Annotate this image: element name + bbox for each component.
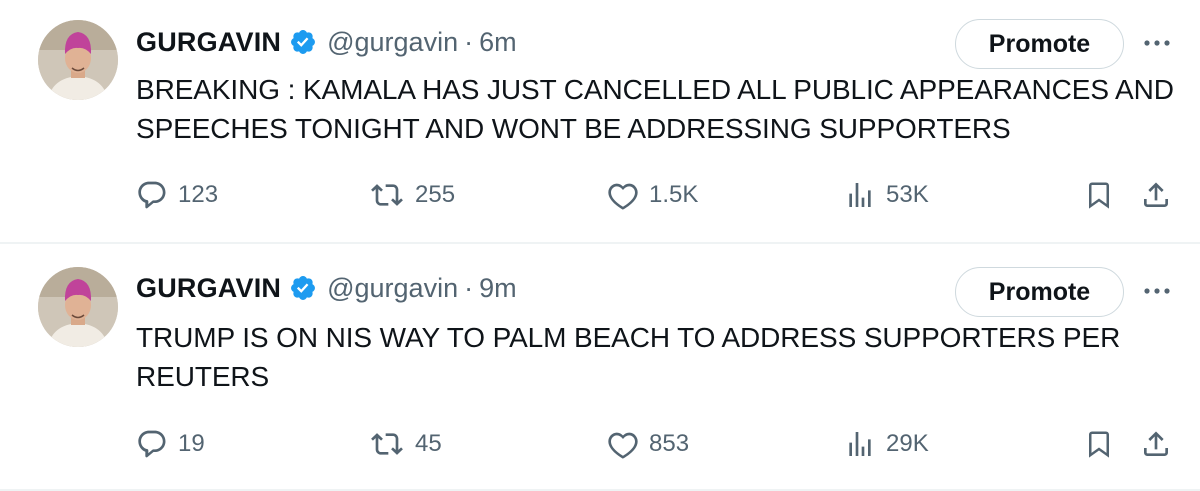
action-bar: 123 255 1.5K 53K [0,175,1200,215]
handle[interactable]: @gurgavin [327,27,458,58]
tweet-text: TRUMP IS ON NIS WAY TO PALM BEACH TO ADD… [136,322,1121,392]
like-button[interactable]: 853 [607,424,689,464]
action-bar: 19 45 853 29K [0,424,1200,464]
tweet-text: BREAKING : KAMALA HAS JUST CANCELLED ALL… [136,74,1174,144]
bookmark-button[interactable] [1084,175,1114,215]
retweet-count: 45 [415,430,442,457]
promote-button[interactable]: Promote [955,19,1124,69]
verified-badge-icon [289,28,317,56]
tweet[interactable]: GURGAVIN @gurgavin · 6m Promote BREAKING… [0,0,1200,244]
more-options-icon[interactable] [1142,33,1172,53]
share-button[interactable] [1140,424,1172,464]
retweet-count: 255 [415,181,456,208]
reply-icon [138,181,166,209]
like-count: 1.5K [649,181,699,208]
avatar[interactable] [38,267,118,347]
share-button[interactable] [1140,175,1172,215]
verified-badge-icon [289,274,317,302]
reply-count: 123 [178,181,219,208]
timestamp[interactable]: 9m [479,273,517,304]
views-button[interactable]: 29K [844,424,929,464]
heart-icon [608,432,638,459]
handle[interactable]: @gurgavin [327,273,458,304]
reply-button[interactable]: 123 [136,175,218,215]
share-icon [1144,182,1168,207]
like-button[interactable]: 1.5K [607,175,698,215]
views-icon [849,432,871,456]
bookmark-icon [1089,182,1109,209]
like-count: 853 [649,430,690,457]
separator: · [464,272,474,303]
retweet-button[interactable]: 45 [369,424,442,464]
reply-button[interactable]: 19 [136,424,205,464]
views-button[interactable]: 53K [844,175,929,215]
promote-button[interactable]: Promote [955,267,1124,317]
more-options-icon[interactable] [1142,281,1172,301]
avatar[interactable] [38,20,118,100]
reply-count: 19 [178,430,205,457]
views-count: 29K [886,430,929,457]
bookmark-button[interactable] [1084,424,1114,464]
share-icon [1144,431,1168,456]
retweet-icon [371,433,403,455]
heart-icon [608,183,638,210]
separator: · [464,26,474,57]
retweet-button[interactable]: 255 [369,175,455,215]
views-icon [849,183,871,207]
tweet[interactable]: GURGAVIN @gurgavin · 9m Promote TRUMP IS… [0,246,1200,491]
timestamp[interactable]: 6m [479,27,517,58]
tweet-header: GURGAVIN @gurgavin · 6m [136,22,517,62]
tweet-header: GURGAVIN @gurgavin · 9m [136,268,517,308]
reply-icon [138,430,166,458]
views-count: 53K [886,181,929,208]
display-name[interactable]: GURGAVIN [136,273,281,304]
retweet-icon [371,184,403,206]
display-name[interactable]: GURGAVIN [136,27,281,58]
bookmark-icon [1089,431,1109,458]
